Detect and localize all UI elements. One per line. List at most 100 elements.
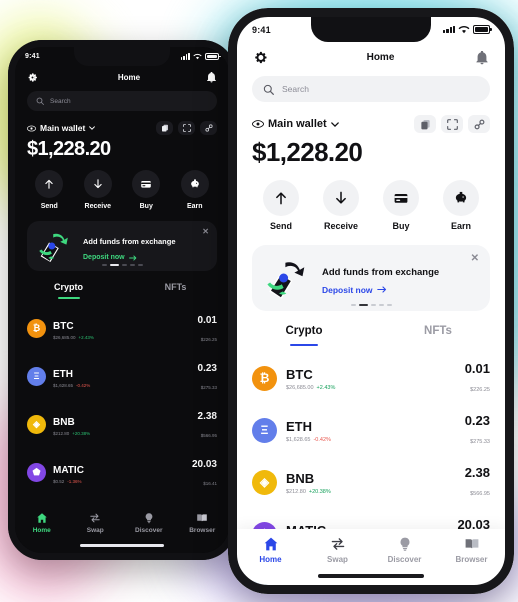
page-title: Home xyxy=(117,73,141,82)
tab-crypto[interactable]: Crypto xyxy=(15,282,122,299)
asset-price: $1,628.65 xyxy=(53,383,74,388)
home-indicator xyxy=(80,544,164,547)
search-icon xyxy=(263,84,274,95)
search-icon xyxy=(36,97,44,105)
arrow-right-icon xyxy=(128,254,136,261)
tab-nfts[interactable]: NFTs xyxy=(371,325,505,346)
tab-crypto[interactable]: Crypto xyxy=(237,325,371,346)
quick-actions: Send Receive Buy Earn xyxy=(237,168,505,231)
nav-label: Browser xyxy=(455,555,488,564)
list-item[interactable]: ⬟ MATIC $0.52-1.36% 20.03 $16.41 xyxy=(27,448,217,496)
battery-icon xyxy=(205,53,221,60)
arrow-up-icon xyxy=(35,170,64,198)
asset-quantity: 0.23 xyxy=(197,363,217,374)
bell-icon[interactable] xyxy=(475,50,489,65)
action-label: Earn xyxy=(450,221,471,231)
scan-icon[interactable] xyxy=(178,121,195,135)
close-icon[interactable]: ✕ xyxy=(471,253,479,264)
coin-icon: Ξ xyxy=(27,366,46,386)
asset-change: +20.38% xyxy=(72,431,91,436)
credit-card-icon xyxy=(383,180,419,216)
phone-notch xyxy=(311,17,431,42)
tab-nfts[interactable]: NFTs xyxy=(122,282,229,299)
eye-icon xyxy=(27,125,36,131)
asset-symbol: BTC xyxy=(286,366,313,382)
wallet-selector[interactable]: Main wallet xyxy=(252,118,339,130)
arrow-down-icon xyxy=(323,180,359,216)
asset-fiat: $226.25 xyxy=(470,387,490,393)
close-icon[interactable]: ✕ xyxy=(202,227,209,236)
link-icon[interactable] xyxy=(200,121,217,135)
promo-link-label: Deposit now xyxy=(322,284,373,295)
tab-underline xyxy=(57,296,80,299)
list-item[interactable]: Ξ ETH $1,628.65 -0.42% 0.23 $275.33 xyxy=(252,404,490,456)
promo-link[interactable]: Deposit now xyxy=(322,285,439,295)
list-item[interactable]: ₿ BTC $26,685.00 +2.43% 0.01 $226.25 xyxy=(27,304,217,352)
promo-banner[interactable]: Add funds from exchange Deposit now ✕ xyxy=(252,245,490,311)
bell-icon[interactable] xyxy=(206,72,217,83)
search-bar[interactable]: Search xyxy=(252,76,490,102)
action-label: Receive xyxy=(84,203,111,210)
action-earn[interactable]: Earn xyxy=(443,180,479,231)
action-send[interactable]: Send xyxy=(263,180,299,231)
action-receive[interactable]: Receive xyxy=(323,180,359,231)
chevron-down-icon xyxy=(330,121,339,127)
action-label: Send xyxy=(40,203,58,210)
swap-icon xyxy=(90,513,100,523)
gear-icon[interactable] xyxy=(27,72,38,83)
app-header: Home xyxy=(237,42,505,70)
tab-label: Crypto xyxy=(285,325,323,337)
list-item[interactable]: Ξ ETH $1,628.65 -0.42% 0.23 $275.33 xyxy=(27,352,217,400)
tab-label: Crypto xyxy=(54,282,83,292)
asset-change: -0.42% xyxy=(76,383,91,388)
nav-browser[interactable]: Browser xyxy=(438,536,505,585)
home-icon xyxy=(264,537,277,551)
coin-icon: ◈ xyxy=(252,469,277,495)
action-send[interactable]: Send xyxy=(35,170,64,210)
coin-icon: ₿ xyxy=(252,365,277,391)
arrow-right-icon xyxy=(376,286,386,293)
carousel-dots xyxy=(27,264,217,266)
asset-quantity: 0.01 xyxy=(197,315,217,326)
action-buy[interactable]: Buy xyxy=(132,170,161,210)
chevron-down-icon xyxy=(89,126,96,130)
list-item[interactable]: ◈ BNB $212.80 +20.38% 2.38 $566.95 xyxy=(252,456,490,508)
asset-tabs: Crypto NFTs xyxy=(15,282,229,299)
copy-icon[interactable] xyxy=(156,121,173,135)
wallet-balance: $1,228.20 xyxy=(252,137,363,167)
action-buy[interactable]: Buy xyxy=(383,180,419,231)
copy-icon[interactable] xyxy=(414,115,436,133)
lightbulb-icon xyxy=(400,537,409,551)
asset-quantity: 20.03 xyxy=(191,459,217,470)
wallet-selector[interactable]: Main wallet xyxy=(27,123,96,133)
nav-home[interactable]: Home xyxy=(15,512,69,553)
promo-title: Add funds from exchange xyxy=(322,266,440,278)
phone-light-theme: 9:41 Home Search Main wallet $1,228.20 S… xyxy=(228,8,514,594)
promo-banner[interactable]: Add funds from exchange Deposit now ✕ xyxy=(27,221,217,271)
list-item[interactable]: ◈ BNB $212.80 +20.38% 2.38 $566.95 xyxy=(27,400,217,448)
phone-notch xyxy=(74,47,170,66)
search-bar[interactable]: Search xyxy=(27,91,217,111)
nav-browser[interactable]: Browser xyxy=(176,512,230,553)
asset-quantity: 0.01 xyxy=(464,361,490,376)
status-time: 9:41 xyxy=(25,53,40,60)
gear-icon[interactable] xyxy=(253,50,268,65)
promo-link[interactable]: Deposit now xyxy=(83,254,176,261)
nav-home[interactable]: Home xyxy=(237,536,304,585)
coin-icon: ₿ xyxy=(27,318,46,338)
scan-icon[interactable] xyxy=(441,115,463,133)
action-receive[interactable]: Receive xyxy=(83,170,112,210)
piggy-bank-icon xyxy=(443,180,479,216)
cellular-signal-icon xyxy=(180,52,190,61)
action-earn[interactable]: Earn xyxy=(180,170,209,210)
search-placeholder: Search xyxy=(50,97,71,105)
asset-symbol: BTC xyxy=(53,321,74,332)
asset-symbol: ETH xyxy=(53,369,73,380)
coin-icon: ◈ xyxy=(27,414,46,434)
list-item[interactable]: ₿ BTC $26,685.00 +2.43% 0.01 $226.25 xyxy=(252,352,490,404)
phone-with-arrow-illustration xyxy=(39,233,68,262)
asset-price: $212.80 xyxy=(53,431,70,436)
link-icon[interactable] xyxy=(468,115,490,133)
asset-quantity: 2.38 xyxy=(197,411,217,422)
phone-with-arrow-illustration xyxy=(267,262,305,299)
